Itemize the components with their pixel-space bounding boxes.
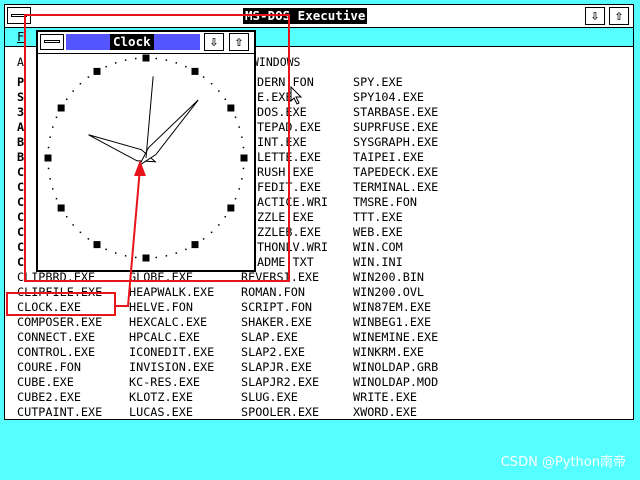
annotation-arrow <box>116 160 146 307</box>
watermark: CSDN @Python南帝 <box>500 455 626 470</box>
